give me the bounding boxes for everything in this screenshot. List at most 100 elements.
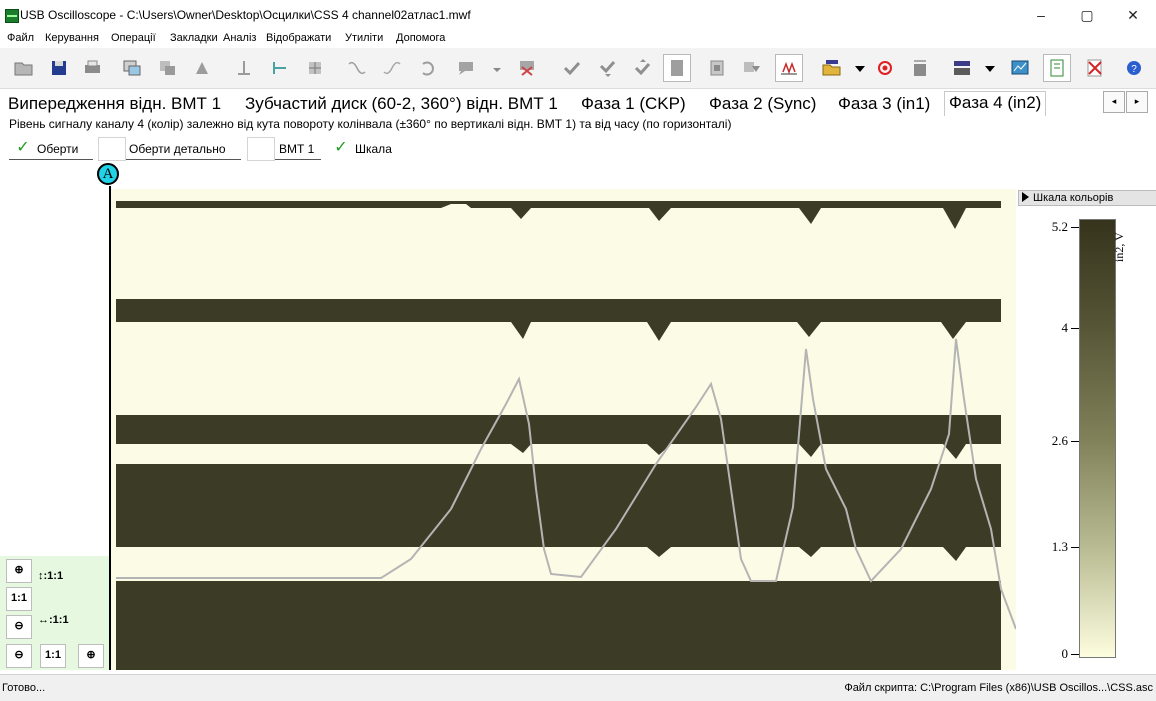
export-icon[interactable] [740, 56, 764, 80]
heatmap-band [116, 201, 1001, 229]
filter-low-icon[interactable] [345, 56, 369, 80]
open-script-icon[interactable] [820, 56, 844, 80]
zoom-in-horizontal-button[interactable]: ⊕ [78, 644, 104, 668]
tab-phase-1[interactable]: Фаза 1 (CKP) [577, 93, 690, 115]
check-icon[interactable] [560, 56, 584, 80]
option-rpm[interactable]: ✓ Оберти [9, 135, 93, 160]
color-scale-label-max: 5.2 [1051, 219, 1068, 234]
color-scale-label-2-6: 2.6 [1051, 433, 1068, 448]
delete-comment-icon[interactable] [515, 56, 539, 80]
menu-help[interactable]: Допомога [396, 32, 445, 44]
close-button[interactable]: ✕ [1110, 0, 1156, 30]
menu-operations[interactable]: Операції [111, 32, 156, 44]
window-title: USB Oscilloscope - C:\Users\Owner\Deskto… [20, 8, 471, 22]
menu-utilities[interactable]: Утиліти [345, 32, 383, 44]
tab-tooth-disk[interactable]: Зубчастий диск (60-2, 360°) відн. ВМТ 1 [241, 93, 562, 115]
reset-horizontal-button[interactable]: 1:1 [40, 644, 66, 668]
maximize-button[interactable]: ▢ [1064, 0, 1110, 30]
option-rpm-detailed[interactable]: Оберти детально [98, 135, 241, 161]
tab-strip: Випередження відн. ВМТ 1 Зубчастий диск … [0, 90, 1156, 116]
color-scale-title: Шкала кольорів [1033, 192, 1114, 204]
collapse-triangle-icon[interactable] [1022, 192, 1029, 202]
zoom-out-horizontal-button[interactable]: ⊖ [6, 644, 32, 668]
zoom-out-vertical-button[interactable]: ⊖ [6, 615, 32, 639]
status-bar: Готово... Файл скрипта: C:\Program Files… [0, 674, 1156, 701]
menu-control[interactable]: Керування [45, 32, 99, 44]
record-icon[interactable] [873, 56, 897, 80]
tab-scroll-right[interactable]: ▸ [1126, 91, 1148, 113]
zoom-in-vertical-button[interactable]: ⊕ [6, 559, 32, 583]
checkbox-scale[interactable]: ✓ [331, 139, 351, 157]
check-down-icon[interactable] [595, 56, 619, 80]
filter-high-icon[interactable] [380, 56, 404, 80]
save-icon[interactable] [47, 56, 71, 80]
cursor-horizontal-icon[interactable] [268, 56, 292, 80]
option-tdc-label: ВМТ 1 [279, 142, 315, 156]
menu-bookmarks[interactable]: Закладки [170, 32, 218, 44]
stop-page-icon[interactable] [705, 56, 729, 80]
heatmap-bands [116, 201, 1001, 670]
screen-graph-icon[interactable] [1008, 56, 1032, 80]
color-scale-tick [1071, 654, 1079, 655]
tab-scroll-left[interactable]: ◂ [1103, 91, 1125, 113]
minimize-button[interactable]: – [1018, 0, 1064, 30]
tab-advance[interactable]: Випередження відн. ВМТ 1 [4, 93, 225, 115]
heatmap-band [116, 415, 1001, 459]
page-view-icon[interactable] [1043, 54, 1071, 82]
color-scale-header[interactable]: Шкала кольорів [1018, 190, 1156, 206]
cancel-icon[interactable] [1083, 56, 1107, 80]
comment-icon[interactable] [455, 56, 479, 80]
reset-vertical-button[interactable]: 1:1 [6, 587, 32, 611]
page-icon[interactable] [663, 54, 691, 82]
tab-phase-4[interactable]: Фаза 4 (in2) [944, 91, 1047, 116]
heatmap-band [116, 299, 1001, 341]
menu-analysis[interactable]: Аналіз [223, 32, 256, 44]
run-script-icon[interactable] [908, 56, 932, 80]
option-rpm-label: Оберти [37, 142, 79, 156]
script-setup-icon[interactable] [950, 56, 974, 80]
menu-bar: Файл Керування Операції Закладки Аналіз … [0, 30, 1156, 48]
spectrum-icon[interactable] [775, 54, 803, 82]
help-icon[interactable]: ? [1122, 56, 1146, 80]
menu-view[interactable]: Відображати [266, 32, 331, 44]
checkbox-tdc[interactable] [247, 137, 275, 161]
copy-screen-icon[interactable] [120, 56, 144, 80]
undo-icon[interactable] [415, 56, 439, 80]
check-up-icon[interactable] [630, 56, 654, 80]
menu-file[interactable]: Файл [7, 32, 34, 44]
marker-a[interactable]: A [97, 163, 119, 185]
checkbox-rpm[interactable]: ✓ [13, 139, 33, 157]
dropdown-arrow-icon[interactable] [848, 56, 872, 80]
option-tdc[interactable]: ВМТ 1 [247, 135, 321, 161]
color-scale-tick [1071, 227, 1079, 228]
dropdown-arrow-icon[interactable] [978, 56, 1002, 80]
option-scale[interactable]: ✓ Шкала [327, 135, 407, 159]
option-scale-label: Шкала [355, 142, 392, 156]
cursor-vertical-icon[interactable] [232, 56, 256, 80]
color-scale-tick [1071, 547, 1079, 548]
tab-phase-2[interactable]: Фаза 2 (Sync) [705, 93, 820, 115]
checkbox-rpm-detailed[interactable] [98, 137, 126, 161]
measure-icon[interactable] [303, 56, 327, 80]
toolbar: ? [0, 48, 1156, 89]
title-bar: USB Oscilloscope - C:\Users\Owner\Deskto… [0, 0, 1156, 30]
app-icon [5, 9, 19, 23]
status-ready: Готово... [2, 682, 46, 694]
color-scale-label-4: 4 [1061, 320, 1069, 335]
color-scale-label-0: 0 [1061, 646, 1069, 661]
vertical-ratio: ↕:1:1 [38, 570, 64, 582]
tab-phase-3[interactable]: Фаза 3 (in1) [834, 93, 934, 115]
horizontal-ratio: ↔:1:1 [38, 614, 69, 626]
open-folder-icon[interactable] [12, 56, 36, 80]
dropdown-arrow-icon[interactable] [485, 56, 509, 80]
color-scale-tick [1071, 328, 1079, 329]
color-scale-bar [1079, 219, 1116, 658]
paste-icon[interactable] [190, 56, 214, 80]
heatmap-band [116, 464, 1001, 561]
color-scale-unit: in2, V [1112, 232, 1126, 262]
heatmap-plot[interactable] [111, 189, 1016, 670]
heatmap-band [116, 581, 1001, 670]
heatmap-svg [116, 201, 1016, 670]
print-icon[interactable] [80, 56, 104, 80]
copy-icon[interactable] [155, 56, 179, 80]
